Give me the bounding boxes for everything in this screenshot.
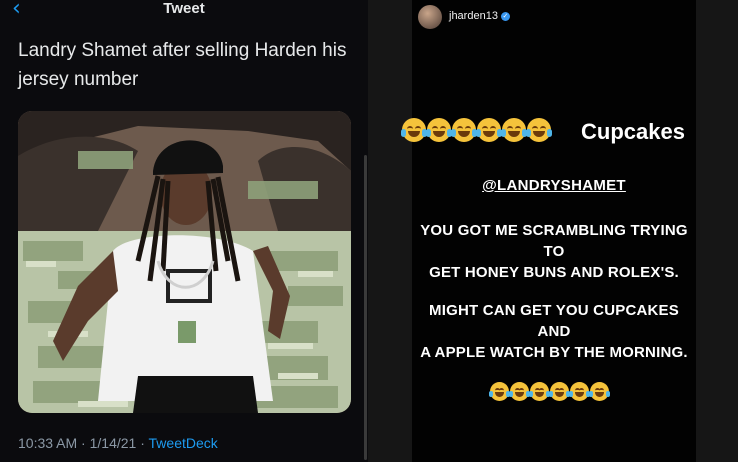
tweet-panel: ‹ Tweet Landry Shamet after selling Hard…: [0, 0, 368, 462]
laughing-emoji-icon: [526, 118, 552, 142]
laughing-emoji-icon: [529, 382, 550, 401]
story-headline: Cupcakes: [581, 119, 685, 144]
story-mention[interactable]: @LANDRYSHAMET: [412, 177, 696, 194]
story-line: GET HONEY BUNS AND ROLEX'S.: [429, 264, 679, 281]
laughing-emoji-icon: [501, 118, 527, 142]
story-username[interactable]: jharden13 ✓: [449, 10, 510, 22]
emoji-row-top: [401, 118, 552, 142]
tweet-photo[interactable]: [18, 111, 351, 413]
divider: [696, 0, 738, 462]
divider: [368, 0, 412, 462]
tweet-text: Landry Shamet after selling Harden his j…: [18, 40, 347, 90]
laughing-emoji-icon: [589, 382, 610, 401]
story-paragraph-1: YOU GOT ME SCRAMBLING TRYING TO GET HONE…: [412, 220, 696, 283]
laughing-emoji-icon: [509, 382, 530, 401]
crying-emoji-icon: [401, 118, 427, 142]
tweet-date: 1/14/21: [89, 435, 137, 451]
tweet-timestamp: 10:33 AM · 1/14/21 · TweetDeck: [18, 435, 218, 451]
crying-emoji-icon: [451, 118, 477, 142]
crying-emoji-icon: [426, 118, 452, 142]
laughing-emoji-icon: [476, 118, 502, 142]
tweet-source-link[interactable]: TweetDeck: [149, 435, 218, 451]
verified-badge-icon: ✓: [500, 12, 510, 21]
laughing-emoji-icon: [569, 382, 590, 401]
emoji-row-bottom: [489, 382, 610, 401]
story-paragraph-2: MIGHT CAN GET YOU CUPCAKES AND A APPLE W…: [412, 300, 696, 363]
laughing-emoji-icon: [549, 382, 570, 401]
avatar[interactable]: [418, 5, 442, 29]
story-line: A APPLE WATCH BY THE MORNING.: [420, 344, 688, 361]
story-line: MIGHT CAN GET YOU CUPCAKES AND: [429, 302, 679, 340]
separator: ·: [81, 435, 86, 451]
scrollbar[interactable]: [364, 155, 367, 460]
photo-illustration: [18, 111, 351, 413]
story-line: YOU GOT ME SCRAMBLING TRYING TO: [420, 222, 688, 260]
tweet-time: 10:33 AM: [18, 435, 78, 451]
laughing-emoji-icon: [489, 382, 510, 401]
tweet-header-title: Tweet: [163, 0, 205, 17]
separator: ·: [140, 435, 145, 451]
username-text: jharden13: [449, 10, 498, 22]
